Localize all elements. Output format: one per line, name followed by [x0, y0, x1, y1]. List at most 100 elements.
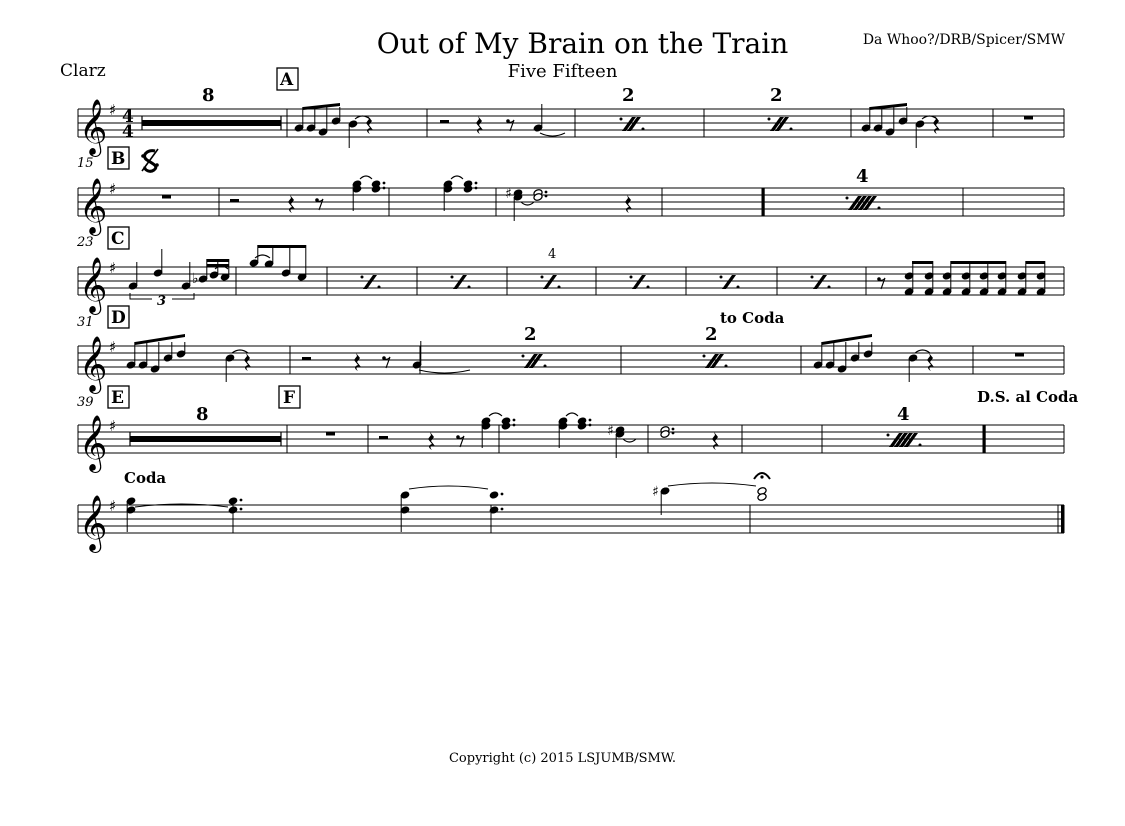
- measure-number: 23: [76, 235, 94, 250]
- repeat-dot: [918, 443, 922, 447]
- tie: [134, 503, 229, 508]
- tie: [408, 485, 489, 490]
- rehearsal-mark-c: C: [107, 226, 130, 250]
- final-barline: [1061, 505, 1065, 533]
- repeat-dot: [719, 275, 723, 279]
- sharp-icon: ♯: [109, 101, 116, 119]
- repeat-slash: [722, 275, 736, 289]
- dot: [588, 418, 592, 422]
- rehearsal-mark-e: E: [107, 385, 130, 409]
- dot: [474, 181, 478, 185]
- quarter-rest: [354, 353, 361, 371]
- rehearsal-mark-b: B: [107, 146, 130, 170]
- repeat-count: 2: [770, 85, 783, 106]
- note: [150, 342, 160, 373]
- to-coda-label: to Coda: [720, 309, 785, 327]
- flat-icon: ♭: [192, 271, 199, 287]
- repeat-dot: [540, 275, 544, 279]
- quarter-rest: [244, 353, 251, 371]
- repeat-dot: [377, 285, 381, 289]
- note: [412, 341, 422, 369]
- fermata-dot: [760, 475, 764, 479]
- svg-text:F: F: [283, 388, 295, 408]
- dot: [500, 507, 504, 511]
- note: [306, 107, 316, 132]
- dot: [671, 431, 675, 435]
- sharp-icon: ♯: [109, 180, 116, 198]
- quarter-rest: [933, 116, 940, 134]
- repeat-dot: [360, 275, 364, 279]
- treble-clef-icon: 𝄞: [79, 178, 107, 236]
- note: [863, 342, 873, 358]
- whole-rest: [162, 195, 171, 199]
- notehead: [228, 497, 238, 505]
- note: [861, 107, 871, 132]
- note: [225, 354, 235, 382]
- tie: [254, 254, 271, 259]
- beam: [951, 261, 1006, 264]
- quarter-rest: [428, 432, 435, 450]
- tie: [450, 175, 464, 180]
- quarter-rest: [288, 195, 295, 213]
- repeat-count: 2: [705, 324, 718, 345]
- dot: [512, 423, 516, 427]
- sharp-icon: ♯: [505, 186, 512, 202]
- dot: [382, 186, 386, 190]
- tie: [488, 412, 503, 417]
- repeat-count: 2: [524, 324, 537, 345]
- note: [850, 342, 860, 362]
- dot: [671, 427, 675, 431]
- notehead: [489, 491, 499, 499]
- rehearsal-mark-a: A: [276, 67, 299, 91]
- notehead: [228, 506, 238, 514]
- sheet-music-page: Out of My Brain on the Train Five Fiftee…: [0, 0, 1125, 826]
- half-rest: [379, 436, 388, 439]
- segno-icon: [141, 148, 159, 173]
- repeat-dot: [789, 127, 793, 131]
- note: [660, 487, 670, 515]
- note: [533, 104, 543, 132]
- whole-rest: [326, 432, 335, 436]
- dot: [474, 186, 478, 190]
- repeat-dot: [886, 433, 890, 437]
- dot: [239, 498, 243, 502]
- measure-number: 31: [77, 315, 94, 330]
- fermata-icon: [753, 472, 771, 480]
- note: [513, 193, 523, 221]
- treble-clef-icon: 𝄞: [79, 415, 107, 473]
- eighth-rest: [383, 356, 391, 369]
- staff-systems: 𝄞 ♯ 44𝄞 ♯ ♯𝄞 ♯♭𝄞 ♯𝄞 ♯ ♯𝄞 ♯♯: [77, 99, 1065, 553]
- note: ♭: [192, 259, 208, 287]
- note: [181, 262, 191, 290]
- eighth-rest: [457, 435, 465, 448]
- note: [615, 430, 625, 458]
- copyright-notice: Copyright (c) 2015 LSJUMB/SMW.: [448, 751, 677, 766]
- tie: [418, 369, 471, 374]
- measure-number: 15: [77, 156, 94, 171]
- tie: [622, 438, 637, 443]
- eighth-rest: [507, 119, 515, 132]
- sharp-icon: ♯: [607, 423, 614, 439]
- repeat-dot: [641, 127, 645, 131]
- beam: [207, 259, 229, 262]
- eighth-rest: [878, 277, 886, 290]
- note: [228, 506, 243, 514]
- repeat-dot: [845, 196, 849, 200]
- dot: [500, 492, 504, 496]
- note: [128, 262, 138, 290]
- repeat-dot: [619, 117, 623, 121]
- treble-clef-icon: 𝄞: [79, 336, 107, 394]
- note: [228, 497, 243, 505]
- beam: [258, 245, 306, 248]
- eighth-rest: [316, 198, 324, 211]
- dot: [239, 507, 243, 511]
- repeat-dot: [827, 285, 831, 289]
- sharp-icon: ♯: [109, 259, 116, 277]
- multirest-count: 8: [196, 404, 209, 425]
- note: [915, 120, 925, 148]
- note: [908, 354, 918, 382]
- repeat-dot: [810, 275, 814, 279]
- repeat-slash: [363, 275, 377, 289]
- repeat-count: 4: [548, 247, 556, 262]
- quarter-rest: [927, 353, 934, 371]
